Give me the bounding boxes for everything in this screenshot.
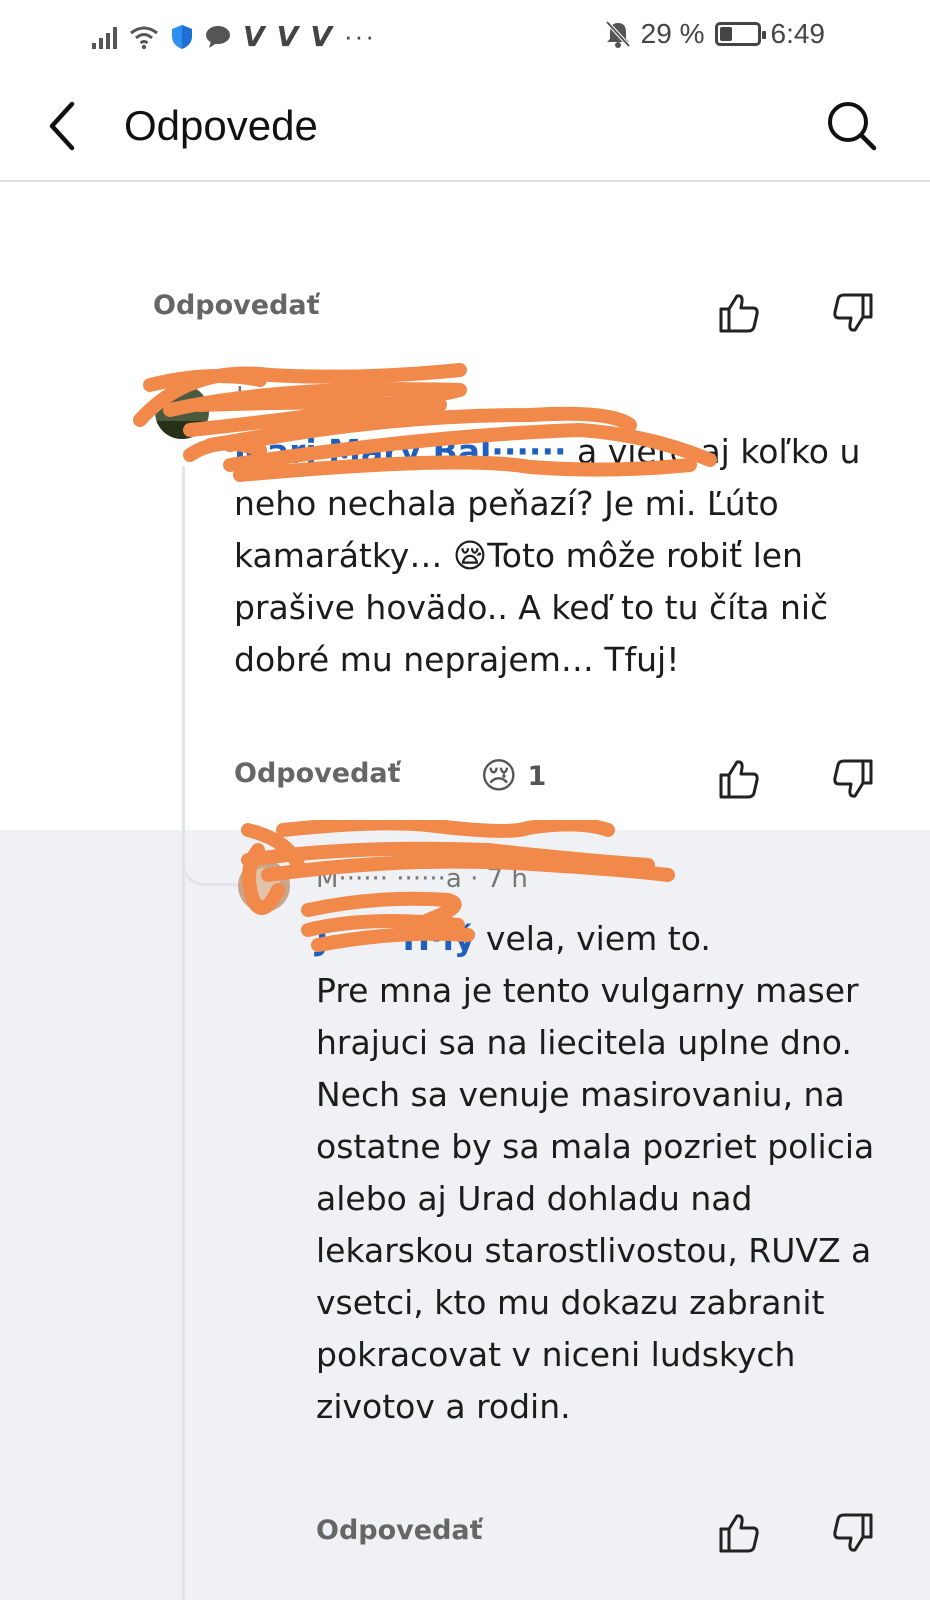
shield-icon — [172, 24, 192, 49]
battery-percent: 29 % — [640, 18, 705, 49]
comment-body: J····· H·lý vela, viem to. Pre mna je te… — [316, 913, 896, 1433]
page-title: Odpovede — [124, 102, 318, 149]
reply-button[interactable]: Odpovedať — [234, 758, 401, 789]
avatar[interactable] — [155, 385, 209, 439]
mute-bell-icon — [605, 20, 631, 48]
reaction-summary[interactable]: 😢 1 — [480, 756, 546, 797]
author-name[interactable]: M······ ······a — [316, 864, 462, 894]
thumbs-up-icon — [719, 294, 759, 333]
status-left: V V V ··· — [92, 20, 376, 53]
carrier-mark-3: V — [310, 20, 333, 53]
comment-actions: Odpovedať — [316, 1515, 483, 1546]
more-notifications: ··· — [344, 21, 376, 51]
like-button[interactable] — [716, 1510, 762, 1556]
comment-author[interactable]: Jo··· M······ · ··h — [236, 382, 422, 412]
avatar[interactable] — [238, 860, 290, 912]
thumbs-down-icon — [833, 759, 873, 798]
dislike-button[interactable] — [830, 290, 876, 336]
like-button[interactable] — [716, 756, 762, 802]
signal-icon — [92, 25, 117, 49]
reply-button[interactable]: Odpovedať — [316, 1515, 483, 1546]
reply-button[interactable]: Odpovedať — [153, 290, 320, 321]
thread-branch — [182, 826, 242, 886]
reaction-count: 1 — [527, 761, 547, 792]
mention-link[interactable]: J····· H·lý — [316, 919, 475, 958]
comment-body: Mari Mary Bal······ a viete aj koľko u n… — [234, 426, 884, 686]
comment-text: vela, viem to. Pre mna je tento vulgarny… — [316, 919, 875, 1426]
previous-comment-actions: Odpovedať — [153, 290, 320, 321]
thread-line — [182, 466, 185, 1600]
status-bar: V V V ··· 29 % 6:49 — [0, 0, 930, 72]
back-arrow-icon — [49, 101, 75, 151]
carrier-mark-1: V — [243, 20, 265, 53]
search-button[interactable] — [824, 98, 880, 154]
thumbs-down-icon — [833, 1513, 873, 1552]
search-icon — [828, 102, 877, 151]
comment-time: · 7 h — [461, 864, 528, 894]
thumbs-up-icon — [719, 1514, 759, 1553]
battery-icon — [714, 22, 766, 46]
wifi-icon — [130, 26, 158, 49]
dislike-button[interactable] — [830, 756, 876, 802]
thumbs-down-icon — [833, 293, 873, 332]
mention-link[interactable]: Mari Mary Bal······ — [234, 432, 567, 471]
like-button[interactable] — [716, 290, 762, 336]
comment-author[interactable]: M······ ······a · 7 h — [316, 864, 528, 894]
app-header: Odpovede — [0, 72, 930, 182]
carrier-mark-2: V — [276, 20, 299, 53]
crying-face-icon: 😢 — [480, 756, 518, 797]
chat-icon — [206, 25, 230, 48]
clock: 6:49 — [770, 18, 826, 49]
thumbs-up-icon — [719, 760, 759, 799]
back-button[interactable] — [40, 98, 90, 154]
dislike-button[interactable] — [830, 1510, 876, 1556]
status-right: 29 % 6:49 — [605, 18, 825, 50]
comment-actions: Odpovedať — [234, 758, 401, 789]
